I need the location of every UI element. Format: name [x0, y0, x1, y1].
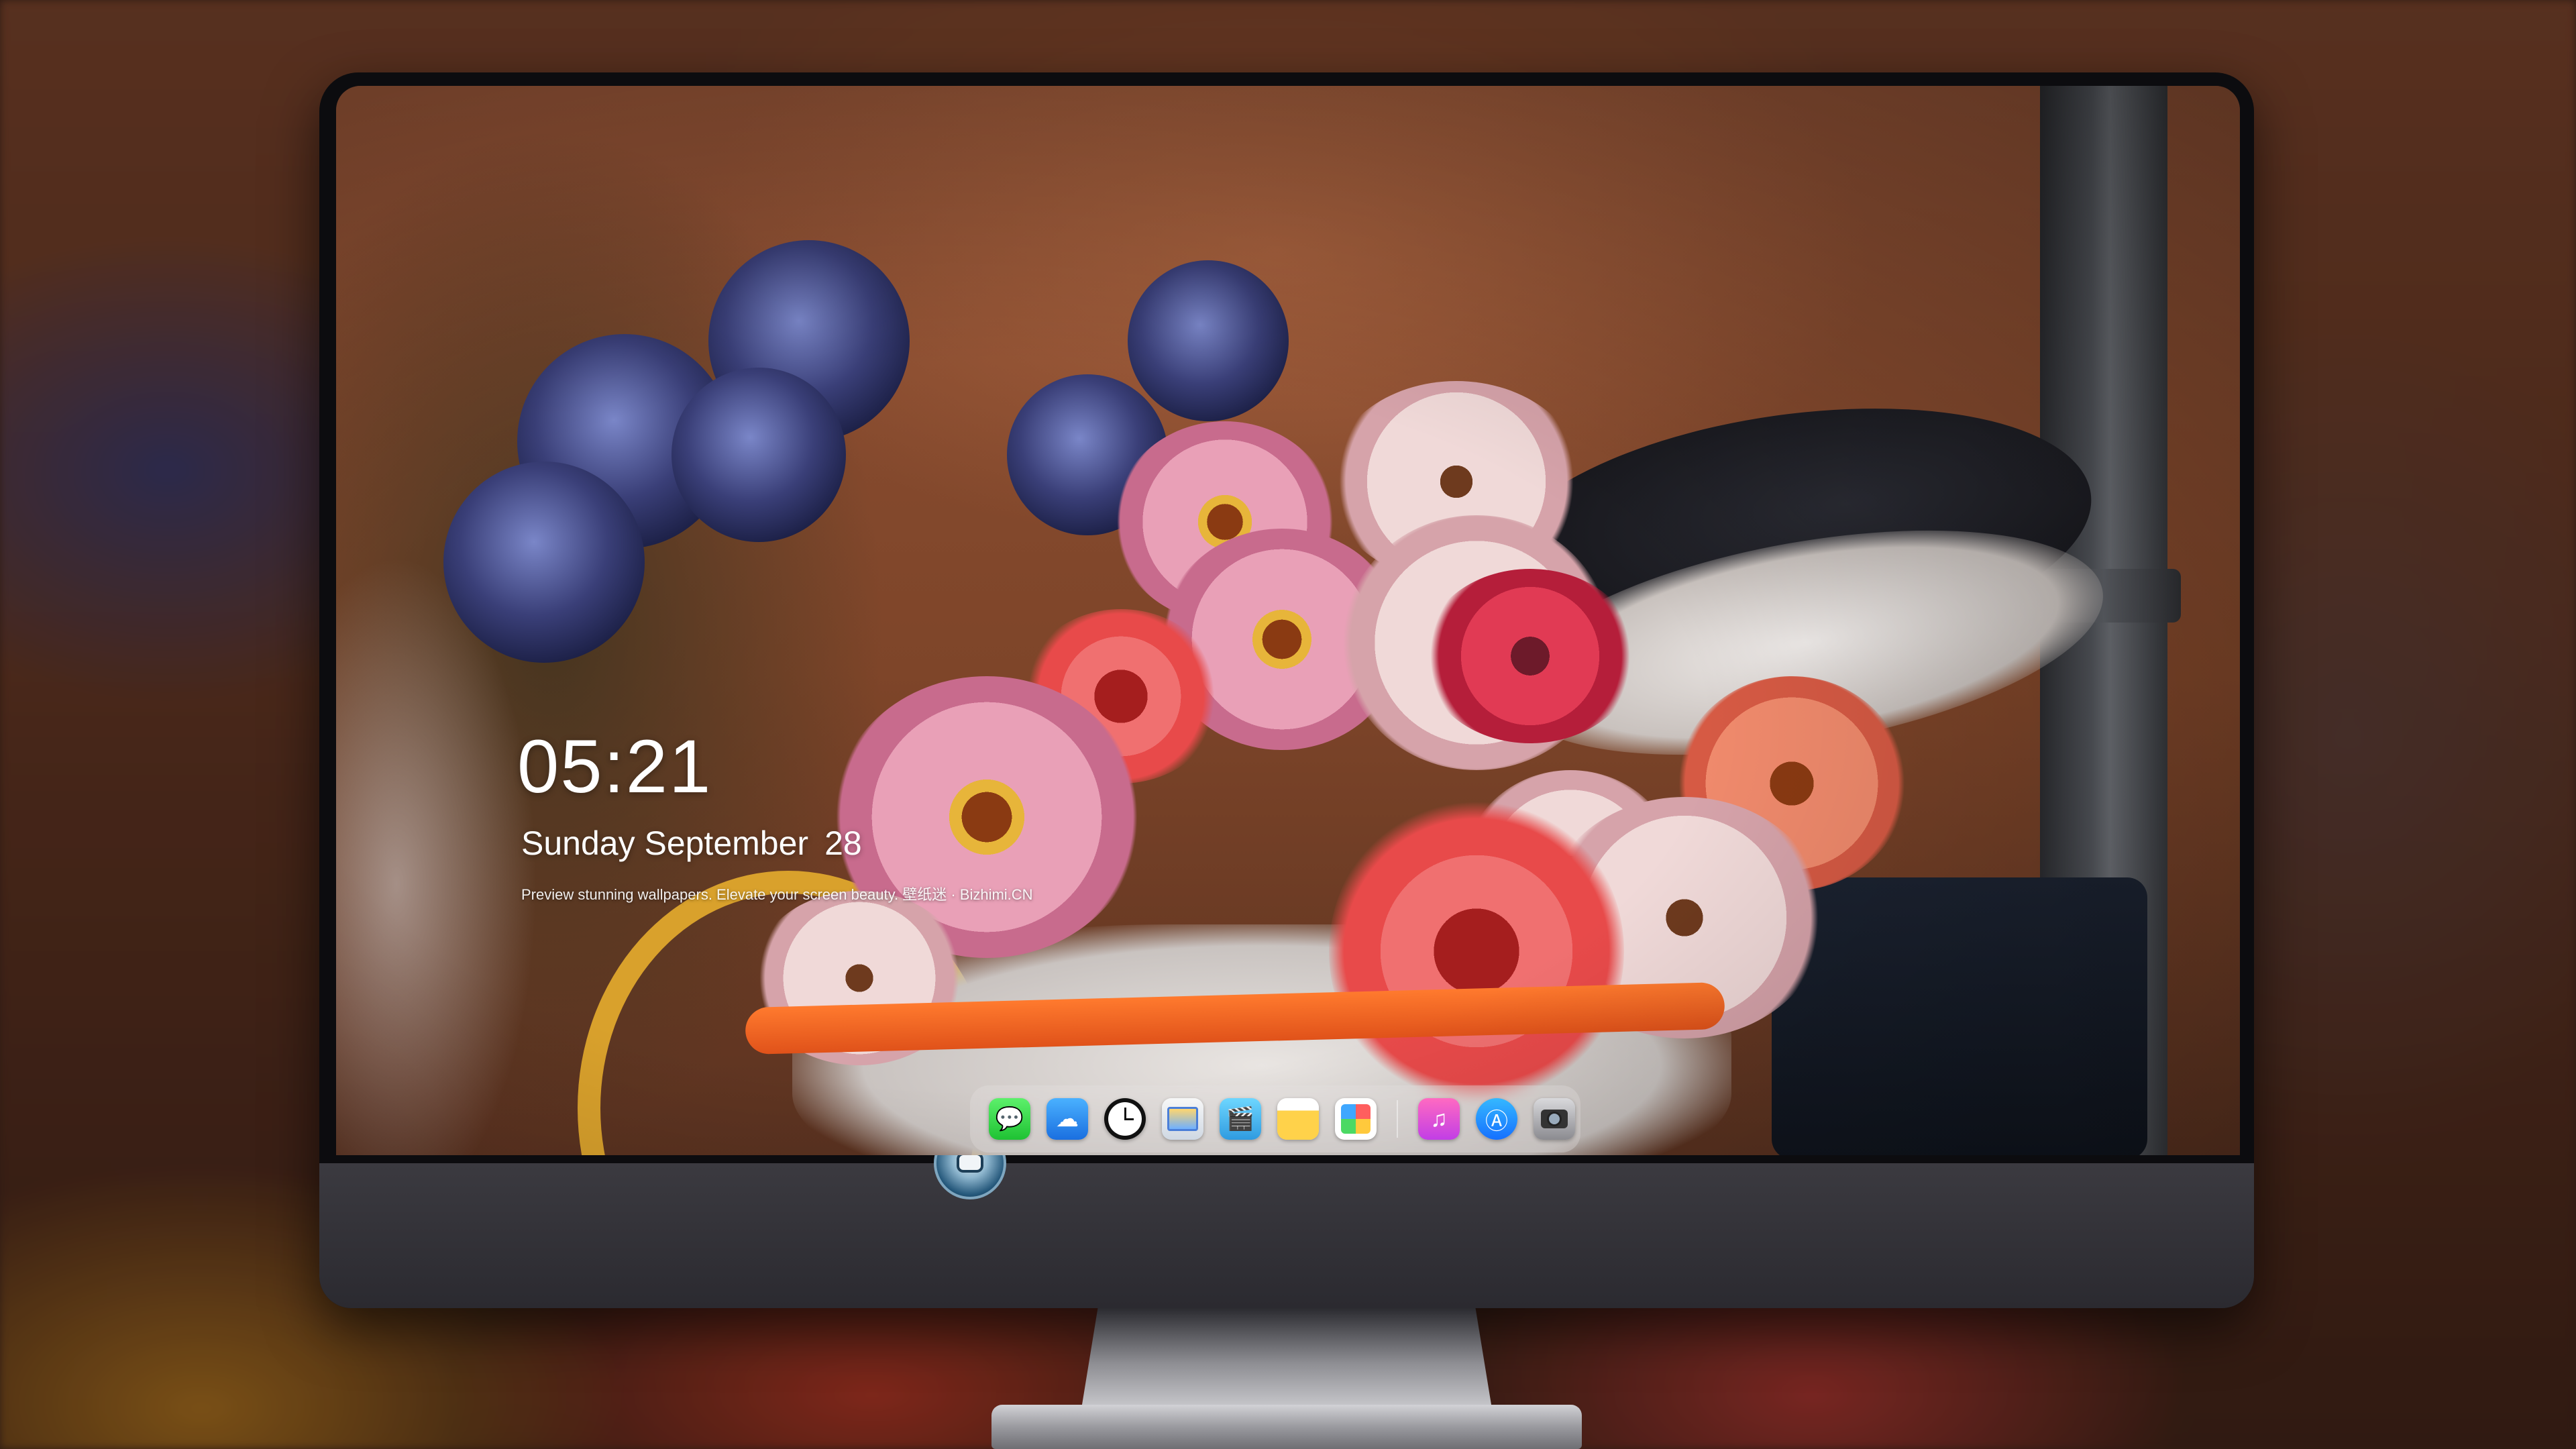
wallpaper-vignette: [336, 86, 2240, 1155]
monitor-stand-neck: [1081, 1308, 1492, 1409]
music-note-icon[interactable]: ♫: [1418, 1098, 1460, 1140]
monitor-stand-base: [991, 1405, 1582, 1449]
clock-icon[interactable]: [1104, 1098, 1146, 1140]
message-bubble-icon[interactable]: 💬: [989, 1098, 1030, 1140]
clips-glyph: 🎬: [1226, 1106, 1255, 1132]
clock-face: [1108, 1102, 1142, 1136]
photos-grid: [1341, 1104, 1371, 1134]
lockscreen-day-number: 28: [824, 824, 862, 862]
notes-icon[interactable]: [1277, 1098, 1319, 1140]
dock: 💬 ☁ 🎬 ♫ Ⓐ: [970, 1085, 1580, 1152]
lockscreen-caption: Preview stunning wallpapers. Elevate you…: [521, 886, 1033, 903]
app-store-icon[interactable]: Ⓐ: [1476, 1098, 1517, 1140]
weather-glyph: ☁: [1056, 1106, 1079, 1132]
app-store-glyph: Ⓐ: [1485, 1108, 1508, 1134]
camera-body: [1541, 1110, 1568, 1128]
cloud-icon[interactable]: ☁: [1046, 1098, 1088, 1140]
lockscreen-clock: 05:21: [517, 724, 712, 808]
lockscreen-date: Sunday September 28: [521, 824, 862, 863]
messages-glyph: 💬: [995, 1106, 1024, 1132]
dock-separator: [1397, 1100, 1398, 1138]
photo-preview-icon[interactable]: [1162, 1098, 1203, 1140]
lockscreen-date-text: Sunday September: [521, 824, 809, 862]
screen-wallpaper: 05:21 Sunday September 28 Preview stunnin…: [336, 86, 2240, 1155]
monitor-chin: [319, 1163, 2254, 1308]
preview-frame: [1167, 1107, 1198, 1131]
camera-icon[interactable]: [1534, 1098, 1575, 1140]
clapperboard-icon[interactable]: 🎬: [1220, 1098, 1261, 1140]
music-glyph: ♫: [1430, 1106, 1448, 1132]
photos-icon[interactable]: [1335, 1098, 1377, 1140]
